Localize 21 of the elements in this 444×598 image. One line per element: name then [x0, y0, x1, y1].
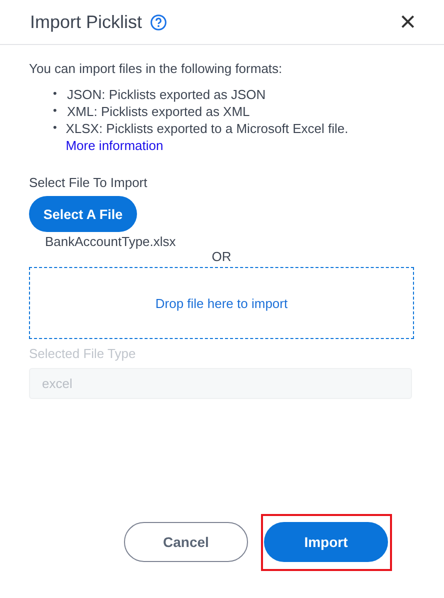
bullet-mark: • — [53, 104, 58, 119]
select-file-button[interactable]: Select A File — [29, 196, 137, 232]
field-label: Selected File Type — [29, 346, 137, 361]
section-label: Select File To Import — [29, 175, 148, 190]
list-item-text: XLSX: Picklists exported to a Microsoft Excel file. More information — [66, 120, 350, 154]
import-button[interactable]: Import — [264, 522, 388, 562]
dialog-title: Import Picklist — [30, 12, 142, 32]
more-information-link[interactable]: More information — [66, 138, 164, 153]
list-item-text: JSON: Picklists exported as JSON — [67, 86, 266, 103]
intro-text: You can import files in the following formats: — [29, 61, 284, 76]
cancel-button[interactable]: Cancel — [124, 522, 248, 562]
file-name: BankAccountType.xlsx — [45, 234, 177, 249]
drop-zone-text: Drop file here to import — [155, 296, 288, 310]
bullet-mark: • — [53, 121, 58, 136]
help-icon[interactable] — [150, 14, 168, 30]
list-item-text: XML: Picklists exported as XML — [67, 103, 250, 120]
close-button[interactable]: × — [400, 10, 416, 34]
bullet-mark: • — [53, 87, 58, 102]
drop-zone[interactable]: Drop file here to import — [29, 267, 414, 339]
file-type-field: excel — [29, 368, 412, 399]
or-text: OR — [210, 249, 232, 264]
